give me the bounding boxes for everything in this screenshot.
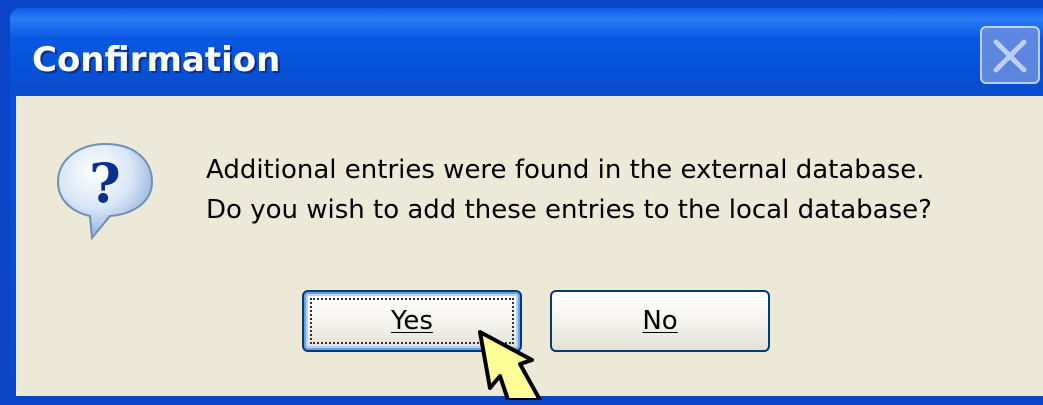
close-button[interactable] [980, 26, 1040, 84]
svg-text:?: ? [89, 151, 121, 215]
title-bar[interactable]: Confirmation [10, 8, 1043, 96]
dialog-title: Confirmation [32, 40, 281, 80]
dialog-message: Additional entries were found in the ext… [206, 150, 932, 230]
message-line-1: Additional entries were found in the ext… [206, 155, 925, 185]
question-icon: ? [52, 138, 162, 253]
yes-button-label: Yes [391, 306, 433, 336]
mouse-cursor-icon [460, 320, 560, 405]
close-icon [993, 39, 1027, 73]
no-button-label: No [642, 306, 678, 336]
message-line-2: Do you wish to add these entries to the … [206, 195, 932, 225]
no-button[interactable]: No [550, 290, 770, 352]
